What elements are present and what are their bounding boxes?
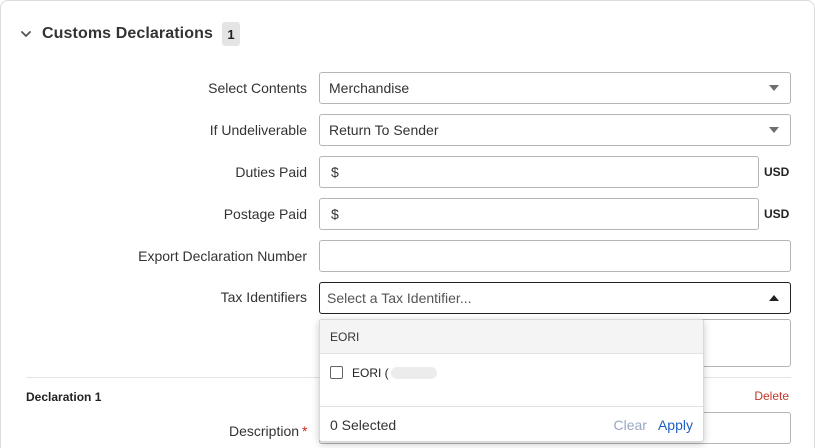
postage-paid-label: Postage Paid [223, 206, 307, 222]
delete-declaration-link[interactable]: Delete [754, 389, 789, 403]
dropdown-option-eori[interactable]: EORI ( [320, 354, 703, 392]
section-header[interactable]: Customs Declarations 1 [19, 21, 240, 47]
duties-paid-unit: USD [764, 165, 790, 179]
tax-identifier-dropdown: EORI EORI ( 0 Selected Clear Apply [319, 319, 704, 442]
count-badge: 1 [221, 22, 240, 46]
option-label: EORI ( [352, 366, 389, 380]
tax-identifiers-placeholder: Select a Tax Identifier... [327, 290, 472, 306]
selected-count: 0 Selected [330, 417, 397, 433]
export-declaration-label: Export Declaration Number [138, 248, 307, 264]
option-checkbox[interactable] [330, 365, 343, 379]
if-undeliverable-value: Return To Sender [329, 122, 439, 138]
chevron-down-icon[interactable] [19, 27, 33, 41]
dropdown-spacer [320, 392, 703, 407]
select-contents-value: Merchandise [329, 80, 410, 96]
tax-identifiers-label: Tax Identifiers [220, 289, 307, 305]
description-label: Description * [229, 423, 307, 439]
export-declaration-input[interactable] [319, 240, 791, 272]
customs-declarations-panel: Customs Declarations 1 Select Contents M… [0, 0, 815, 448]
dropdown-footer: 0 Selected Clear Apply [320, 407, 703, 441]
description-label-text: Description [229, 423, 300, 439]
required-marker: * [302, 423, 308, 439]
redacted-value [390, 367, 437, 379]
apply-button[interactable]: Apply [658, 417, 693, 433]
caret-down-icon [769, 85, 779, 91]
duties-paid-input[interactable]: $ [319, 156, 759, 188]
currency-prefix: $ [331, 164, 339, 180]
caret-up-icon [769, 295, 779, 301]
if-undeliverable-select[interactable]: Return To Sender [319, 114, 791, 146]
dropdown-group-header: EORI [320, 320, 703, 354]
select-contents-select[interactable]: Merchandise [319, 72, 791, 104]
if-undeliverable-label: If Undeliverable [209, 122, 307, 138]
postage-paid-unit: USD [764, 207, 790, 221]
clear-button[interactable]: Clear [614, 417, 647, 433]
caret-down-icon [769, 127, 779, 133]
currency-prefix: $ [331, 206, 339, 222]
tax-identifiers-select[interactable]: Select a Tax Identifier... [319, 282, 791, 314]
section-title: Customs Declarations [42, 25, 213, 42]
postage-paid-input[interactable]: $ [319, 198, 759, 230]
duties-paid-label: Duties Paid [235, 164, 307, 180]
declaration-title: Declaration 1 [26, 390, 102, 404]
select-contents-label: Select Contents [208, 80, 307, 96]
